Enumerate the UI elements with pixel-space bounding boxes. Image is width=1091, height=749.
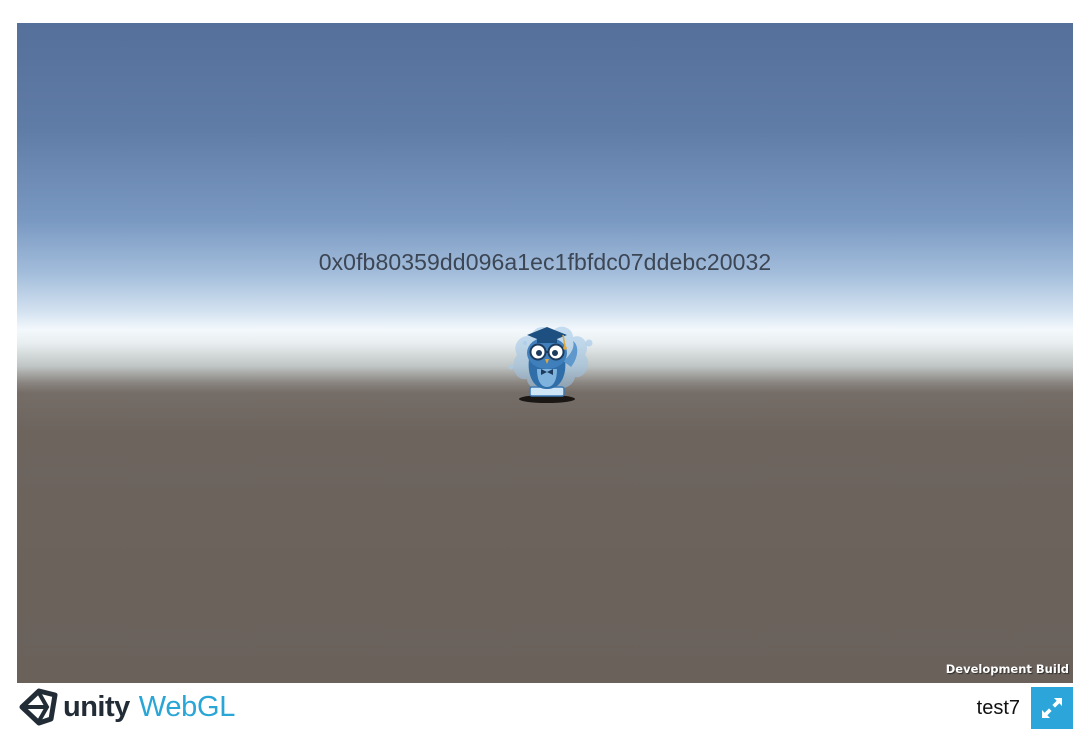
unity-logo-icon	[19, 688, 58, 726]
unity-webgl-logo: unity WebGL	[17, 687, 235, 727]
unity-container: 0x0fb80359dd096a1ec1fbfdc07ddebc20032 De…	[17, 23, 1073, 729]
logo-webgl-text: WebGL	[138, 690, 236, 723]
unity-footer: unity WebGL test7	[17, 683, 1073, 729]
game-canvas[interactable]: 0x0fb80359dd096a1ec1fbfdc07ddebc20032 De…	[17, 23, 1073, 683]
hash-text: 0x0fb80359dd096a1ec1fbfdc07ddebc20032	[318, 249, 772, 275]
logo-unity-text: unity	[63, 690, 130, 723]
development-build-label: Development Build	[945, 662, 1069, 676]
fullscreen-icon	[1042, 698, 1062, 718]
owl-graduate-icon	[508, 326, 593, 403]
fullscreen-button[interactable]	[1031, 687, 1073, 729]
build-title: test7	[976, 697, 1020, 719]
